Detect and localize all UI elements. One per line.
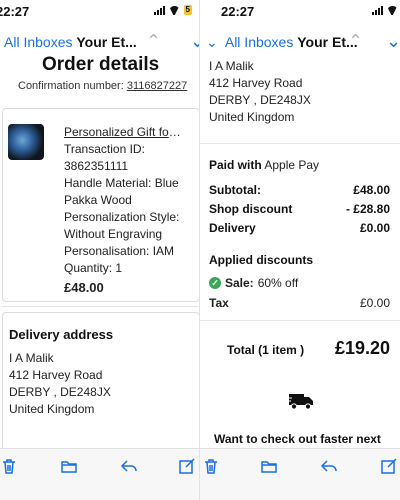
price-summary: Subtotal: £48.00 Shop discount - £28.80 … <box>209 183 390 240</box>
total-value: £19.20 <box>334 338 390 358</box>
status-icons: 5 <box>371 5 400 15</box>
detail-line: Pakka Wood <box>64 193 132 207</box>
address-line: United Kingdom <box>209 110 295 124</box>
back-label: All Inboxes <box>224 34 294 50</box>
product-name-link[interactable]: Personalized Gift for ... <box>64 124 184 141</box>
applied-discounts-heading: Applied discounts <box>209 253 314 267</box>
row-value: £0.00 <box>359 221 390 235</box>
bottom-toolbar <box>200 448 400 500</box>
status-icons: 5 <box>153 5 192 15</box>
detail-line: Handle Material: Blue <box>64 176 179 190</box>
delivery-address: I A Malik 412 Harvey Road DERBY , DE248J… <box>9 350 111 418</box>
tax-value: £0.00 <box>359 296 390 310</box>
transaction-label: Transaction ID: <box>64 142 145 156</box>
folder-icon[interactable] <box>260 457 278 475</box>
chevron-down-icon: ⌄ <box>206 34 218 50</box>
status-bar: 22:27 5 <box>0 0 200 24</box>
confirmation-number: Confirmation number: 3116827227 <box>18 80 187 92</box>
wifi-icon <box>387 6 398 15</box>
product-thumbnail[interactable] <box>8 124 44 160</box>
address-line: DERBY , DE248JX <box>209 93 311 107</box>
address-line: United Kingdom <box>9 402 95 416</box>
trash-icon[interactable] <box>0 457 18 475</box>
delivery-heading: Delivery address <box>9 327 114 342</box>
tax-label: Tax <box>209 296 229 310</box>
right-email-pane: 22:27 5 ⌄ All Inboxes Your Et... ⌃ ⌄ I A… <box>200 0 400 500</box>
address-line: I A Malik <box>209 59 254 73</box>
back-to-inboxes-button[interactable]: ⌄ All Inboxes Your Et... <box>206 34 358 51</box>
divider <box>200 320 400 321</box>
status-time: 22:27 <box>221 4 255 19</box>
reply-icon[interactable] <box>320 457 338 475</box>
summary-row: Delivery £0.00 <box>209 221 390 240</box>
sale-label: Sale: <box>225 276 254 290</box>
item-price: £48.00 <box>64 280 104 295</box>
address-line: 412 Harvey Road <box>209 76 303 90</box>
previous-message-chevron-icon[interactable]: ⌃ <box>146 31 161 52</box>
reply-icon[interactable] <box>120 457 138 475</box>
address-line: I A Malik <box>9 351 54 365</box>
bottom-toolbar <box>0 448 200 500</box>
detail-line: Quantity: 1 <box>64 261 123 275</box>
summary-row: Subtotal: £48.00 <box>209 183 390 202</box>
summary-row: Shop discount - £28.80 <box>209 202 390 221</box>
compose-icon[interactable] <box>380 457 398 475</box>
detail-line: Personalisation: IAM <box>64 244 175 258</box>
wifi-icon <box>169 6 180 15</box>
battery-icon: 5 <box>183 5 192 15</box>
delivery-truck-icon <box>288 392 314 410</box>
paid-label: Paid with <box>209 158 262 172</box>
row-value: - £28.80 <box>345 202 390 216</box>
shipping-address: I A Malik 412 Harvey Road DERBY , DE248J… <box>209 58 311 126</box>
product-details: Personalized Gift for ... Transaction ID… <box>64 124 184 296</box>
row-label: Shop discount <box>209 202 293 216</box>
address-line: DERBY , DE248JX <box>9 385 111 399</box>
row-value: £48.00 <box>353 183 390 197</box>
row-label: Delivery <box>209 221 256 235</box>
confirmation-number-link[interactable]: 3116827227 <box>127 80 187 92</box>
trash-icon[interactable] <box>202 457 220 475</box>
email-subject: Your Et... <box>76 34 137 50</box>
next-message-chevron-icon[interactable]: ⌄ <box>386 31 400 52</box>
compose-icon[interactable] <box>178 457 196 475</box>
folder-icon[interactable] <box>60 457 78 475</box>
detail-line: Without Engraving <box>64 227 163 241</box>
previous-message-chevron-icon[interactable]: ⌃ <box>348 31 363 52</box>
divider <box>200 143 400 144</box>
order-total: Total (1 item ) £19.20 <box>227 338 390 359</box>
back-label: All Inboxes <box>4 34 73 50</box>
tax-row: Tax £0.00 <box>209 296 390 310</box>
total-label: Total (1 item ) <box>227 343 305 357</box>
address-line: 412 Harvey Road <box>9 368 103 382</box>
status-time: 22:27 <box>0 4 30 19</box>
detail-line: Personalization Style: <box>64 210 180 224</box>
check-circle-icon: ✓ <box>209 277 221 289</box>
sale-discount: ✓ Sale: 60% off <box>209 276 298 290</box>
transaction-id: 3862351111 <box>64 159 129 173</box>
signal-icon <box>153 5 165 15</box>
status-bar: 22:27 5 <box>200 0 400 24</box>
row-label: Subtotal: <box>209 183 261 197</box>
paid-method: Apple Pay <box>264 158 320 172</box>
confirmation-label: Confirmation number: <box>18 80 124 92</box>
payment-method: Paid with Apple Pay <box>209 158 319 172</box>
signal-icon <box>371 5 383 15</box>
nav-bar: ⌄ All Inboxes Your Et... ⌃ ⌄ <box>200 28 400 58</box>
back-to-inboxes-button[interactable]: All Inboxes Your Et... <box>4 34 137 50</box>
sale-value: 60% off <box>257 276 299 290</box>
left-email-pane: 22:27 5 All Inboxes Your Et... ⌃ ⌄ Order… <box>0 0 200 500</box>
divider <box>2 306 200 307</box>
order-details-title: Order details <box>42 54 160 75</box>
checkout-faster-prompt: Want to check out faster next <box>214 432 381 446</box>
